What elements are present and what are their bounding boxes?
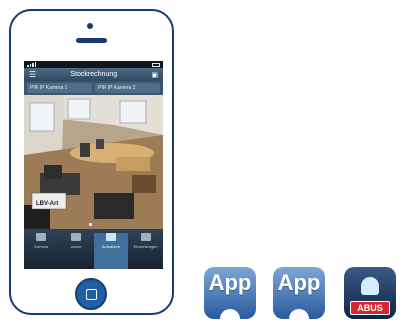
battery-icon (152, 62, 160, 67)
settings-icon (140, 233, 151, 241)
alarm-icon (71, 233, 82, 241)
nav-label: Alarm (70, 244, 82, 249)
ios-app-tile[interactable]: App (273, 267, 325, 319)
abus-alarm-icon (361, 277, 379, 295)
nav-item-alarm[interactable]: Alarm (59, 233, 94, 269)
signal-icon (27, 62, 36, 67)
front-camera (87, 23, 93, 29)
camera-switch-icon[interactable]: ▣ (151, 71, 158, 79)
app-label: App (208, 270, 252, 295)
nav-label: Aufnahme (101, 244, 120, 249)
nav-item-camera[interactable]: Kamera (24, 233, 59, 269)
recording-icon (105, 233, 116, 241)
nav-label: Einstellungen (133, 244, 158, 249)
app-titlebar: ☰ Stockrechnung ▣ (24, 68, 163, 81)
page-indicator (24, 223, 163, 226)
abus-logo: ABUS (350, 301, 390, 315)
app-label: App (277, 270, 321, 295)
phone-screen: ☰ Stockrechnung ▣ PIR IP Kamera 1 PIR IP… (24, 61, 163, 269)
bottom-navigation: Kamera Alarm Aufnahme Einstellungen (24, 229, 163, 269)
office-camera-image (24, 95, 163, 229)
camera-tabs: PIR IP Kamera 1 PIR IP Kamera 2 (24, 81, 163, 95)
earpiece-speaker (76, 38, 107, 43)
home-square-icon (85, 288, 97, 300)
tab-camera-1[interactable]: PIR IP Kamera 1 (27, 83, 92, 93)
camera-live-view[interactable]: LBV-Art (24, 95, 163, 229)
apple-icon (289, 309, 309, 319)
home-button[interactable] (75, 278, 107, 310)
status-bar (24, 61, 163, 68)
android-icon (220, 309, 240, 319)
screen-title: Stockrechnung (70, 71, 118, 78)
phone-frame: ☰ Stockrechnung ▣ PIR IP Kamera 1 PIR IP… (9, 9, 174, 315)
nav-item-settings[interactable]: Einstellungen (128, 233, 163, 269)
abus-app-tile[interactable]: ABUS (344, 267, 396, 319)
nav-label: Kamera (34, 244, 49, 249)
nav-item-recording[interactable]: Aufnahme (93, 233, 129, 269)
camera-overlay-label: LBV-Art (36, 201, 59, 207)
camera-icon (36, 233, 47, 241)
tab-camera-2[interactable]: PIR IP Kamera 2 (95, 83, 160, 93)
android-app-tile[interactable]: App (204, 267, 256, 319)
menu-icon[interactable]: ☰ (29, 70, 36, 79)
